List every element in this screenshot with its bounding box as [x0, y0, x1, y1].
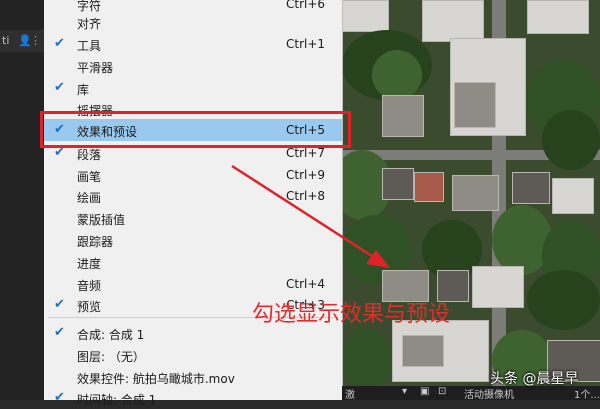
watermark-handle: @晨星早 — [522, 371, 579, 387]
annotation-text: 勾选显示效果与预设 — [252, 302, 451, 327]
grid-icon[interactable]: ⊡ — [438, 386, 446, 397]
annotation-arrow — [231, 164, 390, 268]
watermark-prefix: 头条 — [490, 371, 518, 387]
viewer-status-bar: 激 ▾ ▣ ⊡ 活动摄像机 1个... — [342, 386, 600, 401]
view-count-dropdown[interactable]: 1个... — [574, 386, 600, 401]
watermark: 头条 @晨星早 — [490, 368, 578, 388]
chevron-down-icon[interactable]: ▾ — [402, 386, 407, 397]
status-text: 激 — [345, 390, 355, 401]
active-camera-dropdown[interactable]: 活动摄像机 — [464, 386, 514, 401]
toggle-icon[interactable]: ▣ — [420, 386, 429, 397]
